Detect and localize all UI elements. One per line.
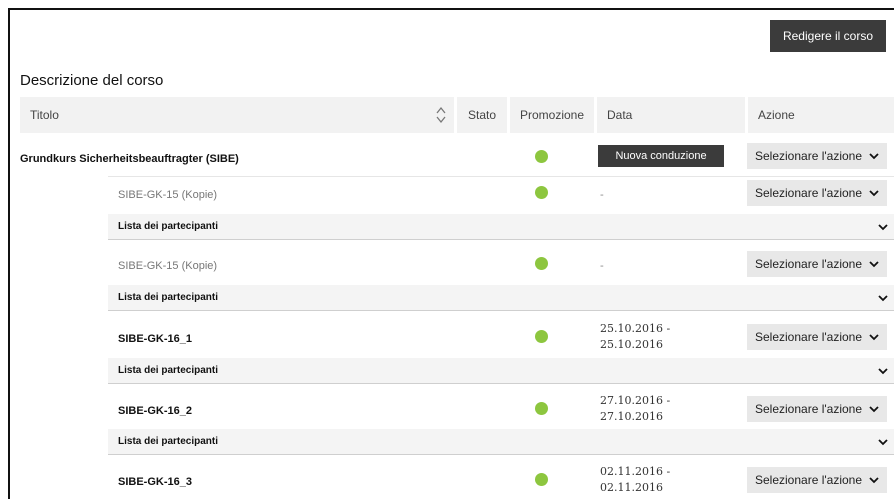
run-title: SIBE-GK-16_3 <box>118 476 192 488</box>
header-promozione: Promozione <box>510 97 594 133</box>
run-date-end: 02.11.2016 <box>600 481 663 494</box>
run-title: SIBE-GK-15 (Kopie) <box>118 189 218 201</box>
new-run-button[interactable]: Nuova conduzione <box>598 145 724 167</box>
run-title: SIBE-GK-16_2 <box>118 405 192 417</box>
run-row: SIBE-GK-15 (Kopie) - Selezionare l'azion… <box>10 251 894 281</box>
action-select-label: Selezionare l'azione <box>755 149 863 163</box>
participants-list-label: Lista dei partecipanti <box>118 365 219 376</box>
participants-list-label: Lista dei partecipanti <box>118 436 219 447</box>
run-action-select[interactable]: Selezionare l'azione <box>747 180 887 206</box>
participants-list-toggle[interactable]: Lista dei partecipanti <box>108 358 894 384</box>
run-title: SIBE-GK-15 (Kopie) <box>118 260 218 272</box>
run-date: - <box>600 188 604 201</box>
promotion-status-dot <box>535 257 548 270</box>
chevron-down-icon <box>878 368 888 375</box>
run-date-end: 27.10.2016 <box>600 410 663 423</box>
chevron-down-icon <box>869 153 879 160</box>
chevron-down-icon <box>869 406 879 413</box>
course-row: Grundkurs Sicherheitsbeauftragter (SIBE)… <box>10 143 894 175</box>
chevron-down-icon <box>869 334 879 341</box>
run-action-select[interactable]: Selezionare l'azione <box>747 251 887 277</box>
promotion-status-dot <box>535 150 548 163</box>
promotion-status-dot <box>535 186 548 199</box>
course-panel: Redigere il corso Descrizione del corso … <box>8 8 894 499</box>
action-select-label: Selezionare l'azione <box>755 257 863 271</box>
run-action-select[interactable]: Selezionare l'azione <box>747 467 887 493</box>
action-select-label: Selezionare l'azione <box>755 330 863 344</box>
header-title[interactable]: Titolo <box>20 97 454 133</box>
chevron-down-icon <box>869 477 879 484</box>
chevron-down-icon <box>869 190 879 197</box>
run-date-end: 25.10.2016 <box>600 338 663 351</box>
run-row: SIBE-GK-16_1 25.10.2016 - 25.10.2016 Sel… <box>10 320 894 354</box>
run-action-select[interactable]: Selezionare l'azione <box>747 396 887 422</box>
run-date-start: 02.11.2016 - <box>600 465 671 478</box>
run-date: - <box>600 259 604 272</box>
run-row: SIBE-GK-16_3 02.11.2016 - 02.11.2016 Sel… <box>10 463 894 497</box>
section-title: Descrizione del corso <box>20 72 164 89</box>
promotion-status-dot <box>535 402 548 415</box>
participants-list-toggle[interactable]: Lista dei partecipanti <box>108 285 894 311</box>
sort-updown-icon[interactable] <box>436 106 446 124</box>
header-azione: Azione <box>748 97 894 133</box>
promotion-status-dot <box>535 330 548 343</box>
participants-list-toggle[interactable]: Lista dei partecipanti <box>108 214 894 240</box>
run-row: SIBE-GK-16_2 27.10.2016 - 27.10.2016 Sel… <box>10 392 894 426</box>
header-data: Data <box>597 97 745 133</box>
action-select-label: Selezionare l'azione <box>755 186 863 200</box>
participants-list-label: Lista dei partecipanti <box>118 292 219 303</box>
course-title: Grundkurs Sicherheitsbeauftragter (SIBE) <box>20 153 239 165</box>
course-action-select[interactable]: Selezionare l'azione <box>747 143 887 169</box>
run-date-start: 25.10.2016 - <box>600 322 671 335</box>
table-header: Titolo Stato Promozione Data Azione <box>20 97 894 133</box>
chevron-down-icon <box>878 439 888 446</box>
promotion-status-dot <box>535 473 548 486</box>
run-date-start: 27.10.2016 - <box>600 394 671 407</box>
chevron-down-icon <box>878 295 888 302</box>
run-action-select[interactable]: Selezionare l'azione <box>747 324 887 350</box>
participants-list-toggle[interactable]: Lista dei partecipanti <box>108 429 894 455</box>
header-title-label: Titolo <box>30 108 59 122</box>
edit-course-button[interactable]: Redigere il corso <box>770 20 886 52</box>
chevron-down-icon <box>878 224 888 231</box>
run-title: SIBE-GK-16_1 <box>118 333 192 345</box>
row-divider <box>108 176 894 177</box>
action-select-label: Selezionare l'azione <box>755 402 863 416</box>
participants-list-label: Lista dei partecipanti <box>118 221 219 232</box>
run-row: SIBE-GK-15 (Kopie) - Selezionare l'azion… <box>10 180 894 210</box>
chevron-down-icon <box>869 261 879 268</box>
header-stato: Stato <box>457 97 507 133</box>
action-select-label: Selezionare l'azione <box>755 473 863 487</box>
